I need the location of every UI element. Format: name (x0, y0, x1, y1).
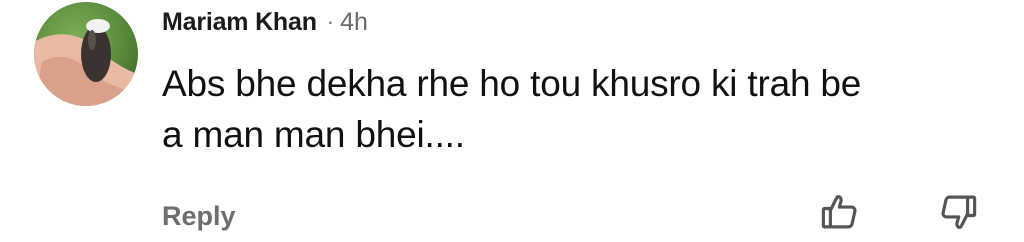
like-button[interactable] (816, 190, 864, 238)
dislike-button[interactable] (934, 190, 982, 238)
thumbs-down-icon (937, 191, 979, 238)
author-name[interactable]: Mariam Khan (162, 8, 317, 37)
reply-button[interactable]: Reply (162, 196, 236, 236)
comment-meta: Mariam Khan · 4h (162, 4, 368, 40)
thumbs-up-icon (819, 191, 861, 238)
comment-text: Abs bhe dekha rhe ho tou khusro ki trah … (162, 58, 1002, 160)
timestamp: 4h (340, 7, 368, 36)
comment-card: Mariam Khan · 4h Abs bhe dekha rhe ho to… (0, 0, 1024, 242)
comment-text-line: Abs bhe dekha rhe ho tou khusro ki trah … (162, 63, 862, 104)
avatar[interactable] (34, 2, 138, 106)
comment-text-line: a man man bhei.... (162, 114, 465, 155)
meta-separator: · (326, 9, 335, 34)
